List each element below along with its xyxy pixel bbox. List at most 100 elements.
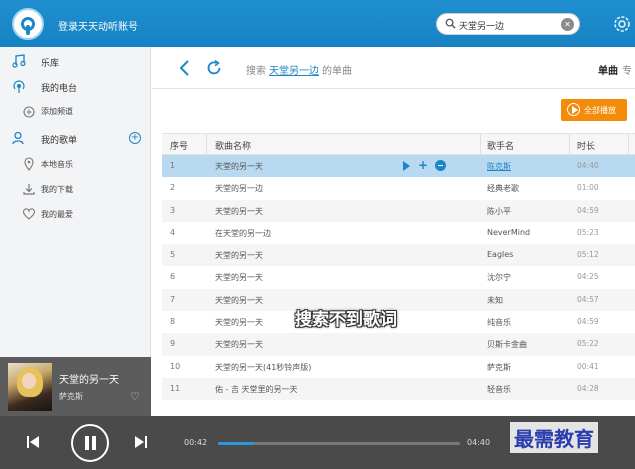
table-row[interactable]: 9 天堂的另一天 贝斯卡金曲 05:22 bbox=[162, 333, 635, 356]
row-duration: 05:12 bbox=[577, 250, 599, 260]
sidebar-item-favorites[interactable]: 我的最爱 bbox=[0, 204, 151, 226]
row-artist[interactable]: 纯音乐 bbox=[487, 317, 511, 328]
table-row[interactable]: 6 天堂的另一天 沈尔宁 04:25 bbox=[162, 266, 635, 288]
play-all-button[interactable]: 全部播放 bbox=[561, 99, 627, 121]
breadcrumb-suffix: 的单曲 bbox=[322, 66, 352, 77]
table-row[interactable]: 1 天堂的另一天 + 陈克斯 04:40 bbox=[162, 155, 635, 178]
search-icon bbox=[445, 18, 456, 29]
col-index[interactable]: 序号 bbox=[170, 139, 188, 152]
login-link[interactable]: 登录天天动听账号 bbox=[58, 18, 138, 33]
row-song-name[interactable]: 天堂的另一天 bbox=[215, 250, 263, 261]
row-artist[interactable]: 轻音乐 bbox=[487, 384, 511, 395]
gear-icon[interactable] bbox=[612, 14, 632, 34]
row-duration: 00:41 bbox=[577, 361, 599, 371]
refresh-icon[interactable] bbox=[205, 59, 223, 77]
main-panel: 搜索 天堂另一边 的单曲 单曲 专 全部播放 序号 歌曲名称 歌手名 时长 1 天堂… bbox=[152, 47, 635, 416]
remove-icon[interactable] bbox=[435, 160, 446, 171]
col-artist[interactable]: 歌手名 bbox=[487, 139, 514, 152]
play-circle-icon bbox=[567, 103, 580, 116]
play-icon[interactable] bbox=[403, 161, 410, 171]
row-artist[interactable]: 沈尔宁 bbox=[487, 272, 511, 283]
row-artist[interactable]: 经典老歌 bbox=[487, 183, 519, 194]
lyrics-not-found-text: 搜索不到歌词 bbox=[295, 310, 397, 330]
sidebar-item-library[interactable]: 乐库 bbox=[0, 51, 151, 73]
song-table: 序号 歌曲名称 歌手名 时长 1 天堂的另一天 + 陈克斯 04:40 2 天堂… bbox=[162, 133, 635, 401]
table-row[interactable]: 4 在天堂的另一边 NeverMind 05:23 bbox=[162, 222, 635, 244]
row-song-name[interactable]: 天堂的另一天 bbox=[215, 272, 263, 283]
sidebar-item-my-downloads[interactable]: 我的下载 bbox=[0, 179, 151, 201]
row-song-name[interactable]: 在天堂的另一边 bbox=[215, 228, 271, 239]
row-song-name[interactable]: 天堂的另一天 bbox=[215, 206, 263, 217]
table-row[interactable]: 10 天堂的另一天(41秒铃声版) 萨克斯 00:41 bbox=[162, 356, 635, 378]
row-index: 5 bbox=[170, 250, 176, 260]
location-icon bbox=[24, 157, 34, 171]
search-input[interactable] bbox=[459, 18, 559, 32]
row-song-name[interactable]: 天堂的另一天 bbox=[215, 161, 263, 172]
row-duration: 04:28 bbox=[577, 383, 599, 393]
now-playing-panel[interactable]: 天堂的另一天 萨克斯 ♡ bbox=[0, 357, 151, 416]
table-row[interactable]: 11 佑 - 吉 天堂里的另一天 轻音乐 04:28 bbox=[162, 377, 635, 401]
row-index: 9 bbox=[170, 339, 176, 349]
row-song-name[interactable]: 天堂的另一边 bbox=[215, 183, 263, 194]
breadcrumb: 搜索 天堂另一边 的单曲 bbox=[246, 62, 352, 77]
col-song-name[interactable]: 歌曲名称 bbox=[215, 139, 251, 152]
tab-single-songs[interactable]: 单曲 bbox=[598, 62, 618, 77]
row-duration: 04:59 bbox=[577, 205, 599, 215]
table-row[interactable]: 8 天堂的另一天 纯音乐 04:59 bbox=[162, 311, 635, 333]
col-duration[interactable]: 时长 bbox=[577, 139, 595, 152]
row-artist[interactable]: Eagles bbox=[487, 250, 513, 259]
row-artist[interactable]: 萨克斯 bbox=[487, 362, 511, 373]
heart-icon bbox=[22, 208, 36, 220]
user-icon bbox=[12, 131, 24, 145]
album-cover[interactable] bbox=[8, 363, 52, 411]
row-artist[interactable]: 陈小平 bbox=[487, 206, 511, 217]
row-duration: 04:57 bbox=[577, 294, 599, 304]
row-song-name[interactable]: 天堂的另一天 bbox=[215, 295, 263, 306]
table-row[interactable]: 7 天堂的另一天 未知 04:57 bbox=[162, 288, 635, 312]
now-playing-artist: 萨克斯 bbox=[59, 392, 83, 401]
table-row[interactable]: 3 天堂的另一天 陈小平 04:59 bbox=[162, 199, 635, 222]
favorite-heart-icon[interactable]: ♡ bbox=[130, 390, 140, 403]
app-logo-icon[interactable] bbox=[12, 8, 44, 40]
add-icon[interactable]: + bbox=[418, 158, 428, 172]
player-bar: 00:42 04:40 最需教育 bbox=[0, 416, 635, 469]
clear-search-icon[interactable]: ✕ bbox=[561, 18, 574, 31]
row-song-name[interactable]: 天堂的另一天 bbox=[215, 317, 263, 328]
sidebar-item-my-radio[interactable]: 我的电台 bbox=[0, 76, 151, 98]
current-time: 00:42 bbox=[184, 438, 208, 447]
watermark-text: 最需教育 bbox=[510, 422, 598, 453]
sidebar-item-local-music[interactable]: 本地音乐 bbox=[0, 154, 151, 176]
row-artist[interactable]: 贝斯卡金曲 bbox=[487, 339, 527, 350]
table-row[interactable]: 2 天堂的另一边 经典老歌 01:00 bbox=[162, 177, 635, 199]
row-duration: 05:22 bbox=[577, 339, 599, 349]
add-playlist-icon[interactable]: + bbox=[129, 132, 141, 144]
progress-fill bbox=[218, 442, 255, 445]
sidebar-item-label: 乐库 bbox=[41, 59, 60, 69]
download-icon bbox=[23, 184, 35, 195]
row-index: 10 bbox=[170, 361, 181, 371]
row-song-name[interactable]: 佑 - 吉 天堂里的另一天 bbox=[215, 384, 298, 395]
row-song-name[interactable]: 天堂的另一天 bbox=[215, 339, 263, 350]
pause-button[interactable] bbox=[71, 424, 109, 462]
row-index: 7 bbox=[170, 294, 176, 304]
sidebar-item-my-playlists[interactable]: 我的歌单 + bbox=[0, 128, 151, 150]
progress-bar[interactable] bbox=[218, 442, 460, 445]
breadcrumb-prefix: 搜索 bbox=[246, 66, 266, 77]
sidebar-item-label: 我的歌单 bbox=[41, 136, 78, 146]
table-row[interactable]: 5 天堂的另一天 Eagles 05:12 bbox=[162, 244, 635, 267]
previous-track-icon[interactable] bbox=[26, 435, 40, 449]
row-artist[interactable]: NeverMind bbox=[487, 228, 530, 237]
row-artist[interactable]: 未知 bbox=[487, 295, 503, 306]
tab-albums[interactable]: 专 bbox=[622, 62, 632, 77]
row-song-name[interactable]: 天堂的另一天(41秒铃声版) bbox=[215, 362, 311, 373]
row-index: 6 bbox=[170, 272, 176, 282]
app-header: 登录天天动听账号 ✕ bbox=[0, 0, 635, 47]
breadcrumb-keyword[interactable]: 天堂另一边 bbox=[269, 66, 319, 77]
row-index: 4 bbox=[170, 227, 176, 237]
sidebar-item-label: 我的电台 bbox=[41, 84, 78, 94]
row-artist[interactable]: 陈克斯 bbox=[487, 161, 511, 172]
search-box[interactable]: ✕ bbox=[436, 13, 580, 35]
next-track-icon[interactable] bbox=[134, 435, 148, 449]
back-arrow-icon[interactable] bbox=[177, 59, 191, 77]
sidebar-item-add-channel[interactable]: 添加频道 bbox=[0, 101, 151, 123]
